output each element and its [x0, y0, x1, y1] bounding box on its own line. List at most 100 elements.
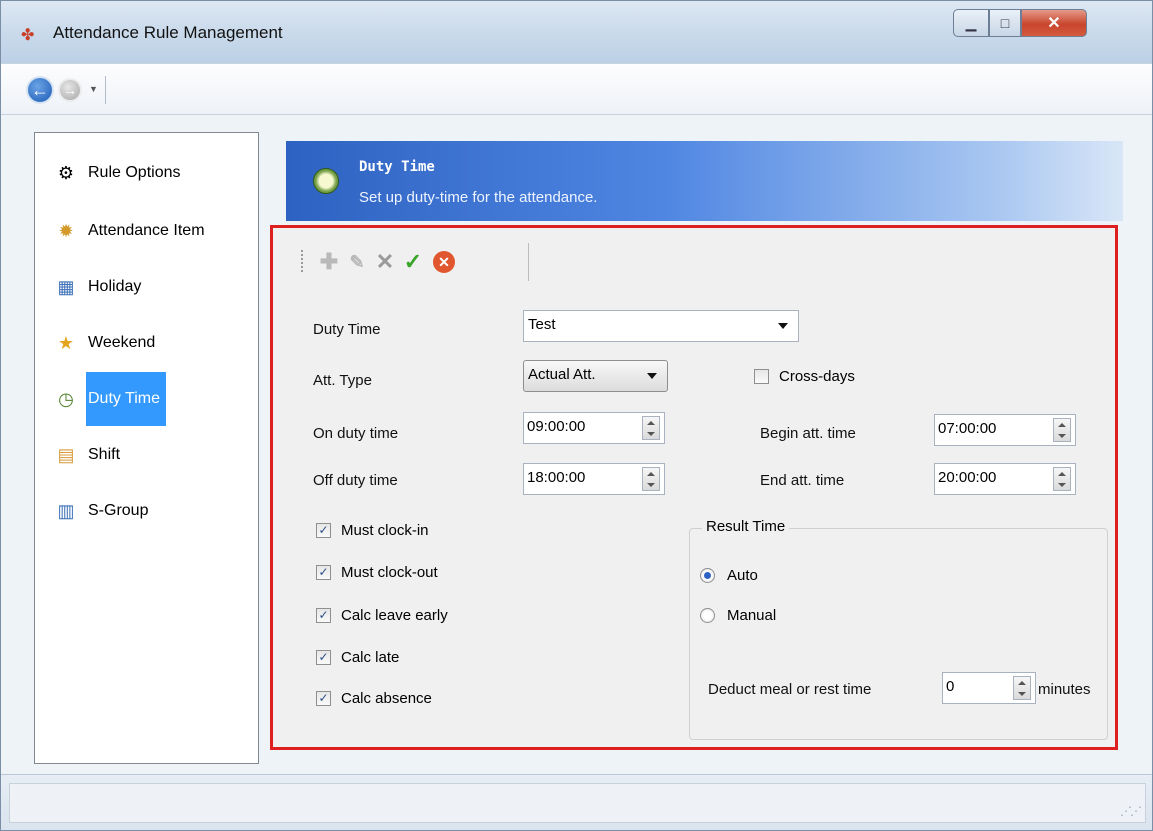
- gear-icon: ✹: [58, 220, 74, 241]
- resize-grip-icon[interactable]: ⋰⋰: [1120, 804, 1142, 818]
- spin-up-icon[interactable]: [1018, 680, 1026, 685]
- must-clock-in-checkbox[interactable]: ✓ Must clock-in: [316, 522, 429, 539]
- forward-arrow-icon[interactable]: →: [58, 78, 82, 102]
- spin-buttons[interactable]: [1053, 418, 1071, 442]
- on-duty-time-input[interactable]: 09:00:00: [523, 412, 665, 444]
- manual-radio[interactable]: Manual: [700, 607, 776, 624]
- on-duty-value: 09:00:00: [527, 418, 586, 435]
- sidebar-item-label: S-Group: [88, 502, 149, 519]
- spin-buttons[interactable]: [1013, 676, 1031, 700]
- clock-icon: [313, 168, 339, 194]
- clock-icon: ◷: [58, 388, 74, 409]
- on-duty-label: On duty time: [313, 425, 399, 442]
- window-controls: ▁ □ ✕: [953, 9, 1087, 39]
- checkbox-box[interactable]: ✓: [316, 650, 331, 665]
- window-title: Attendance Rule Management: [53, 23, 283, 42]
- checkbox-box[interactable]: ✓: [316, 608, 331, 623]
- spin-down-icon[interactable]: [647, 431, 655, 436]
- sidebar-item-label: Shift: [88, 446, 121, 463]
- checkbox-label: Calc absence: [341, 690, 432, 707]
- spin-up-icon[interactable]: [1058, 422, 1066, 427]
- sidebar-item-label: Weekend: [88, 334, 156, 351]
- minutes-unit: minutes: [1038, 681, 1091, 698]
- auto-radio[interactable]: Auto: [700, 567, 758, 584]
- section-title: Duty Time: [359, 159, 435, 175]
- close-button[interactable]: ✕: [1021, 9, 1087, 37]
- off-duty-value: 18:00:00: [527, 469, 586, 486]
- rule-options-icon: ⚙: [57, 162, 75, 183]
- duty-time-label: Duty Time: [313, 321, 381, 338]
- sidebar: ⚙ Rule Options ✹ Attendance Item ▦ Holid…: [34, 132, 259, 764]
- sidebar-item-rule-options[interactable]: ⚙ Rule Options: [50, 157, 183, 189]
- toolbar: ✚ ✎ ✕ ✓ ✕: [301, 243, 529, 281]
- save-check-icon[interactable]: ✓: [399, 248, 427, 276]
- cross-days-checkbox[interactable]: Cross-days: [754, 368, 855, 385]
- radio-button[interactable]: [700, 608, 715, 623]
- radio-label: Manual: [727, 607, 777, 624]
- spin-up-icon[interactable]: [647, 420, 655, 425]
- spin-down-icon[interactable]: [1058, 433, 1066, 438]
- end-att-time-input[interactable]: 20:00:00: [934, 463, 1076, 495]
- title-bar: ✤ Attendance Rule Management ▁ □ ✕: [1, 1, 1152, 63]
- deduct-value: 0: [946, 678, 955, 695]
- maximize-button[interactable]: □: [989, 9, 1021, 37]
- calc-late-checkbox[interactable]: ✓ Calc late: [316, 649, 399, 666]
- duty-time-panel: ✚ ✎ ✕ ✓ ✕ Duty Time Test Att. Type Actua…: [270, 225, 1118, 750]
- add-icon[interactable]: ✚: [315, 248, 343, 276]
- sidebar-item-duty-time[interactable]: ◷ Duty Time: [50, 372, 167, 426]
- deduct-label: Deduct meal or rest time: [708, 681, 872, 698]
- checkbox-box[interactable]: ✓: [316, 691, 331, 706]
- checkbox-box[interactable]: ✓: [316, 565, 331, 580]
- checkbox-box[interactable]: [754, 369, 769, 384]
- duty-time-value: Test: [528, 316, 556, 333]
- minimize-button[interactable]: ▁: [953, 9, 989, 37]
- must-clock-out-checkbox[interactable]: ✓ Must clock-out: [316, 564, 438, 581]
- chevron-down-icon: [778, 323, 788, 329]
- sidebar-item-weekend[interactable]: ★ Weekend: [50, 327, 157, 359]
- radio-label: Auto: [727, 567, 758, 584]
- duty-time-select[interactable]: Test: [523, 310, 799, 342]
- result-time-group: Result Time Auto Manual Deduct meal or r…: [689, 518, 1108, 740]
- status-bar: ⋰⋰: [1, 774, 1152, 830]
- sidebar-item-s-group[interactable]: ▥ S-Group: [50, 495, 150, 527]
- checkbox-label: Calc late: [341, 649, 400, 666]
- section-subtitle: Set up duty-time for the attendance.: [359, 189, 598, 206]
- history-dropdown-icon[interactable]: ▼: [89, 84, 98, 94]
- sidebar-item-label: Attendance Item: [88, 222, 205, 239]
- spin-down-icon[interactable]: [1058, 482, 1066, 487]
- delete-icon[interactable]: ✕: [371, 248, 399, 276]
- spin-down-icon[interactable]: [1018, 691, 1026, 696]
- calc-absence-checkbox[interactable]: ✓ Calc absence: [316, 690, 432, 707]
- back-arrow-icon[interactable]: ←: [26, 76, 54, 104]
- weekend-star-icon: ★: [57, 332, 75, 353]
- cancel-icon[interactable]: ✕: [433, 251, 455, 273]
- toolbar-grip[interactable]: [301, 250, 303, 274]
- att-type-select[interactable]: Actual Att.: [523, 360, 668, 392]
- app-window: ✤ Attendance Rule Management ▁ □ ✕ ← → ▼…: [0, 0, 1153, 831]
- deduct-minutes-input[interactable]: 0: [942, 672, 1036, 704]
- off-duty-time-input[interactable]: 18:00:00: [523, 463, 665, 495]
- sidebar-item-holiday[interactable]: ▦ Holiday: [50, 271, 143, 303]
- begin-att-value: 07:00:00: [938, 420, 997, 437]
- checkbox-box[interactable]: ✓: [316, 523, 331, 538]
- sidebar-item-label: Rule Options: [88, 164, 181, 181]
- checkbox-label: Must clock-out: [341, 564, 438, 581]
- radio-button[interactable]: [700, 568, 715, 583]
- calc-leave-early-checkbox[interactable]: ✓ Calc leave early: [316, 607, 448, 624]
- begin-att-time-input[interactable]: 07:00:00: [934, 414, 1076, 446]
- spin-buttons[interactable]: [642, 467, 660, 491]
- app-icon: ✤: [21, 27, 35, 44]
- edit-icon[interactable]: ✎: [343, 248, 371, 276]
- checkbox-label: Calc leave early: [341, 607, 448, 624]
- sidebar-item-shift[interactable]: ▤ Shift: [50, 439, 122, 471]
- end-att-label: End att. time: [760, 472, 845, 489]
- spin-buttons[interactable]: [1053, 467, 1071, 491]
- spin-up-icon[interactable]: [647, 471, 655, 476]
- spin-up-icon[interactable]: [1058, 471, 1066, 476]
- spin-down-icon[interactable]: [647, 482, 655, 487]
- spin-buttons[interactable]: [642, 416, 660, 440]
- end-att-value: 20:00:00: [938, 469, 997, 486]
- sidebar-item-attendance-item[interactable]: ✹ Attendance Item: [50, 215, 207, 247]
- section-header: Duty Time Set up duty-time for the atten…: [286, 141, 1123, 221]
- calendar-icon: ▦: [57, 276, 75, 297]
